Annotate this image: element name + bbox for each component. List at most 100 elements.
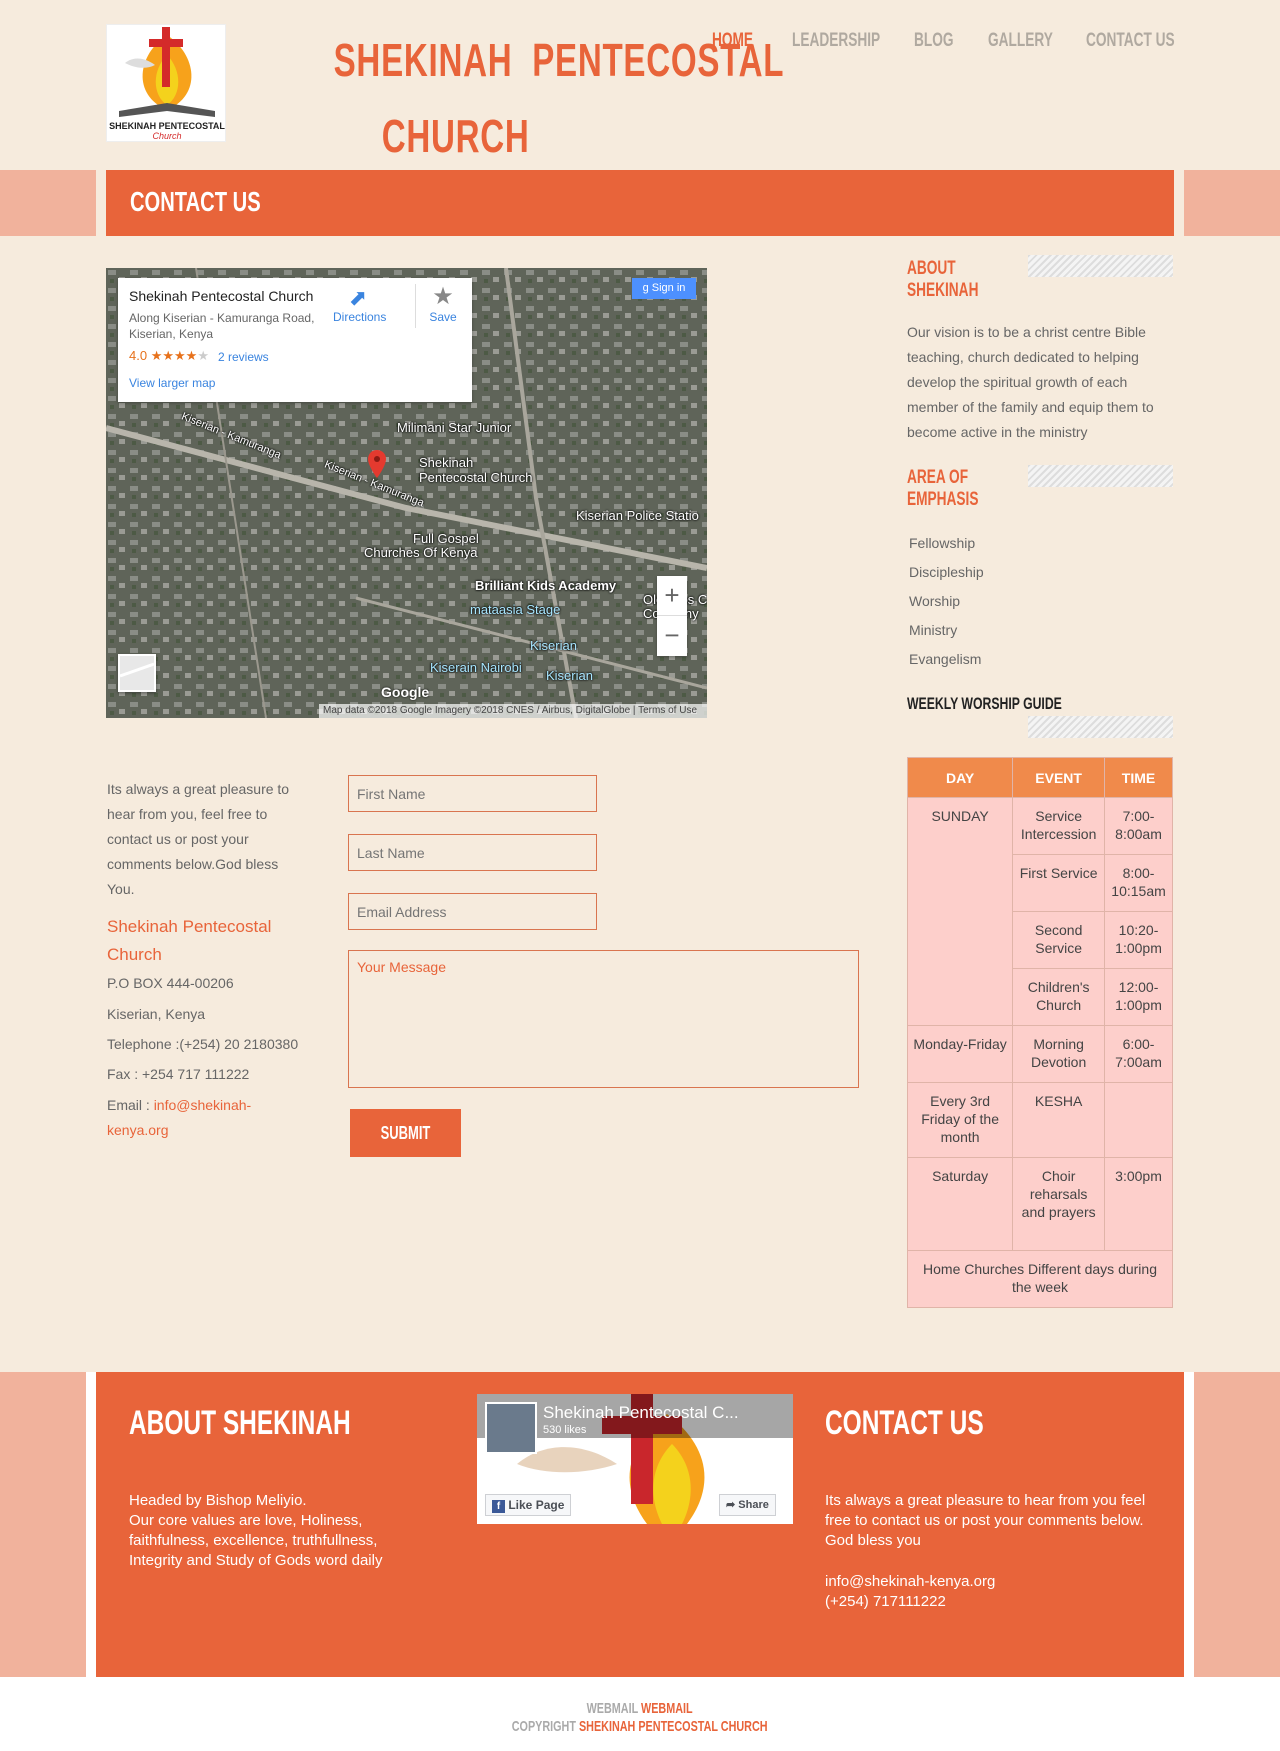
footer-about-line1: Headed by Bishop Meliyio. <box>129 1492 307 1509</box>
webmail-link[interactable]: WEBMAIL <box>641 1700 693 1717</box>
footer-gap-left <box>86 1372 96 1677</box>
emphasis-item: Ministry <box>909 622 958 638</box>
message-textarea[interactable]: Your Message <box>348 950 859 1088</box>
sidebar-emphasis-heading-line2: EMPHASIS <box>907 489 979 510</box>
map-label: Full Gospel <box>413 531 479 546</box>
google-plus-icon: g <box>642 282 652 294</box>
table-row: Monday-Friday Morning Devotion 6:00-7:00… <box>906 1025 1173 1083</box>
footer-about-line2: Our core values are love, Holiness, fait… <box>129 1512 383 1569</box>
facebook-share-label: Share <box>738 1499 769 1511</box>
map-reviews-link[interactable]: 2 reviews <box>218 350 269 364</box>
copyright-line: COPYRIGHT SHEKINAH PENTECOSTAL CHURCH <box>512 1718 768 1735</box>
facebook-share-button[interactable]: ➦ Share <box>719 1494 776 1516</box>
map-place-card: Shekinah Pentecostal Church Along Kiseri… <box>118 278 472 402</box>
facebook-page-widget[interactable]: Shekinah Pentecostal C... 530 likes f Li… <box>477 1394 793 1524</box>
table-row: Every 3rd Friday of the month KESHA <box>906 1082 1173 1158</box>
footer-contact-email[interactable]: info@shekinah-kenya.org <box>825 1572 995 1592</box>
page-title: CONTACT US <box>130 186 261 217</box>
table-cell: 3:00pm <box>1104 1157 1173 1251</box>
table-cell: 6:00-7:00am <box>1104 1025 1173 1083</box>
webmail-line: WEBMAIL WEBMAIL <box>587 1700 693 1717</box>
table-header: DAY <box>906 757 1014 798</box>
map-terms-link[interactable]: Terms of Use <box>638 705 697 716</box>
map-label: mataasia Stage <box>470 602 561 617</box>
directions-icon: ⬈ <box>348 285 368 310</box>
footer-gap-right <box>1184 1372 1194 1677</box>
zoom-in-icon[interactable]: + <box>657 576 687 616</box>
sidebar-emphasis-heading: AREA OF EMPHASIS <box>907 467 978 511</box>
contact-intro: Its always a great pleasure to hear from… <box>107 781 290 897</box>
nav-home[interactable]: HOME <box>712 30 753 52</box>
worship-guide-heading: WEEKLY WORSHIP GUIDE <box>907 694 1062 713</box>
map-label: Kiserain Nairobi <box>430 660 522 675</box>
map-save-button[interactable]: ★ Save <box>418 284 468 325</box>
map-card-divider <box>415 284 416 328</box>
site-title-line2: CHURCH <box>382 110 530 162</box>
table-cell: Choir reharsals and prayers <box>1012 1157 1106 1251</box>
heading-decoration <box>1028 465 1173 487</box>
table-cell <box>1104 1082 1173 1158</box>
first-name-input[interactable] <box>348 775 597 812</box>
avatar-image <box>487 1404 535 1452</box>
share-icon: ➦ <box>726 1499 736 1511</box>
map-rating-value: 4.0 <box>129 348 148 363</box>
table-row: Saturday Choir reharsals and prayers 3:0… <box>906 1157 1173 1251</box>
zoom-out-icon[interactable]: − <box>657 616 687 656</box>
table-cell: SUNDAY <box>906 797 1014 1026</box>
facebook-likes: 530 likes <box>543 1424 587 1436</box>
map-label: Kiserian <box>530 638 577 653</box>
contact-email: Email : info@shekinah-kenya.org <box>107 1093 287 1143</box>
sidebar-emphasis-heading-line1: AREA OF <box>907 467 969 488</box>
submit-label: SUBMIT <box>380 1122 431 1143</box>
email-address-input[interactable] <box>348 893 597 930</box>
contact-church-name: Shekinah Pentecostal Church <box>107 917 272 964</box>
banner-gap-right <box>1174 170 1184 236</box>
map-larger-link[interactable]: View larger map <box>129 376 215 390</box>
footer-contact-phone: (+254) 717111222 <box>825 1593 946 1610</box>
facebook-avatar[interactable] <box>485 1402 537 1454</box>
map-label: Milimani Star Junior <box>397 420 512 435</box>
church-logo[interactable]: SHEKINAH PENTECOSTAL Church <box>106 24 226 142</box>
sidebar-about-heading-line1: ABOUT <box>907 258 956 279</box>
table-cell: Morning Devotion <box>1012 1025 1106 1083</box>
emphasis-item: Worship <box>909 593 961 609</box>
nav-leadership[interactable]: LEADERSHIP <box>792 30 880 52</box>
map-type-toggle[interactable] <box>118 654 156 692</box>
heading-decoration <box>1028 255 1173 277</box>
nav-blog[interactable]: BLOG <box>914 30 954 52</box>
table-cell: 8:00-10:15am <box>1104 854 1173 912</box>
nav-gallery[interactable]: GALLERY <box>988 30 1053 52</box>
facebook-like-button[interactable]: f Like Page <box>485 1494 572 1516</box>
last-name-input[interactable] <box>348 834 597 871</box>
map-place-name: Shekinah Pentecostal Church <box>129 288 314 304</box>
main-nav: HOME LEADERSHIP BLOG GALLERY CONTACT US <box>712 30 1206 52</box>
nav-contact-us[interactable]: CONTACT US <box>1086 30 1175 52</box>
logo-subtext: Church <box>152 131 182 141</box>
table-cell: Children's Church <box>1012 968 1106 1026</box>
table-cell: KESHA <box>1012 1082 1106 1158</box>
table-row: Home Churches Different days during the … <box>907 1250 1173 1308</box>
contact-telephone: Telephone :(+254) 20 2180380 <box>107 1036 299 1052</box>
contact-fax: Fax : +254 717 111222 <box>107 1066 250 1082</box>
map-label: Shekinah <box>419 455 474 470</box>
map-signin-button[interactable]: g Sign in <box>632 278 696 299</box>
facebook-icon: f <box>492 1500 505 1513</box>
contact-city: Kiserian, Kenya <box>107 1006 206 1022</box>
table-cell: Every 3rd Friday of the month <box>906 1082 1014 1158</box>
emphasis-item: Evangelism <box>909 651 982 667</box>
google-map[interactable]: Shekinah Pentecostal Church Along Kiseri… <box>106 268 707 718</box>
table-cell: Second Service <box>1012 911 1106 969</box>
map-thumbnail-icon <box>119 656 155 690</box>
copyright-label: COPYRIGHT <box>512 1718 580 1735</box>
submit-button[interactable]: SUBMIT <box>350 1109 461 1157</box>
table-header: TIME <box>1104 757 1173 798</box>
map-directions-button[interactable]: ⬈ Directions <box>333 285 386 325</box>
emphasis-item: Fellowship <box>909 535 976 551</box>
map-rating-empty-star-icon: ★ <box>197 348 209 363</box>
map-rating-stars-icon: ★★★★ <box>150 348 198 363</box>
sidebar-about-heading-line2: SHEKINAH <box>907 280 979 301</box>
map-label: Kiserian Police Statio <box>576 508 699 523</box>
contact-email-label: Email : <box>107 1097 154 1113</box>
facebook-page-name[interactable]: Shekinah Pentecostal C... <box>543 1403 739 1423</box>
map-pin-icon[interactable] <box>368 450 386 478</box>
